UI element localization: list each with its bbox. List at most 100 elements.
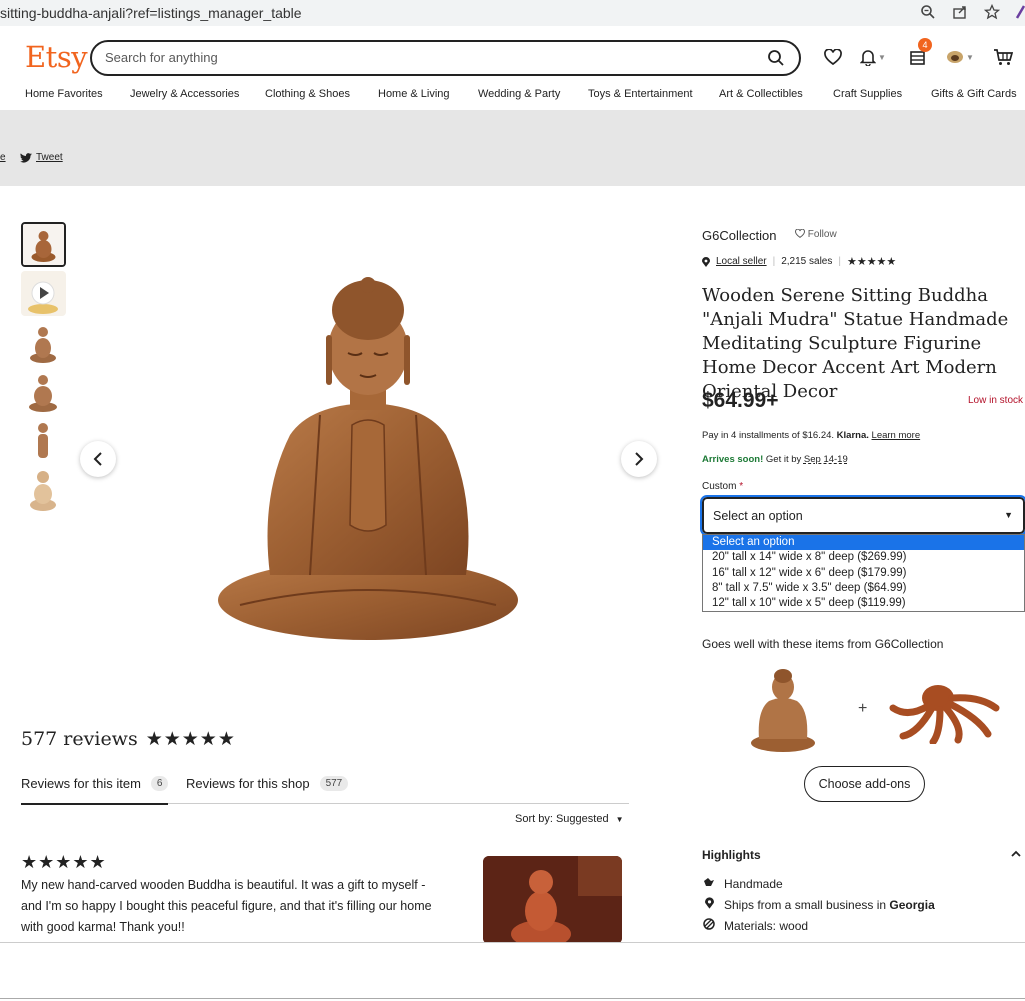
avatar[interactable]: ▼ [942,44,978,70]
thumbnail-4[interactable] [21,369,66,414]
shop-sales: 2,215 sales [781,256,833,267]
klarna-installments: Pay in 4 installments of $16.24. Klarna.… [702,430,920,441]
highlight-handmade: Handmade [702,876,783,891]
previous-image-button[interactable] [80,441,116,477]
zoom-icon[interactable] [919,3,937,21]
highlight-ships-from: Ships from a small business in Georgia [702,897,935,912]
custom-option-select[interactable]: Select an option ▼ [700,495,1025,536]
location-pin-icon [702,897,716,912]
chevron-down-icon: ▼ [615,815,624,824]
addon-octopus-image[interactable] [888,678,1000,746]
required-mark: * [739,481,744,492]
category-craft[interactable]: Craft Supplies [833,88,902,100]
choose-addons-button[interactable]: Choose add-ons [804,766,925,802]
thumbnail-video[interactable] [21,271,66,316]
custom-select-value: Select an option [713,509,803,523]
cart-count-badge: 4 [918,38,932,52]
category-nav: Home Favorites Jewelry & Accessories Clo… [0,86,1025,110]
reviews-stars: ★★★★★ [145,728,236,750]
addon-buddha-image[interactable] [745,665,821,755]
share-icon[interactable] [951,3,969,21]
extension-icon[interactable] [1015,3,1025,21]
arrives-text: Get it by [765,454,802,465]
follow-label: Follow [807,229,837,240]
plus-sign: + [858,700,868,717]
option-12-inch[interactable]: 12" tall x 10" wide x 5" deep ($119.99) [703,596,1024,611]
klarna-text: Pay in 4 installments of $16.24. [702,430,835,441]
shop-name-link[interactable]: G6Collection [702,228,776,243]
sort-dropdown[interactable]: Sort by: Suggested ▼ [515,813,624,825]
favorites-heart-icon[interactable] [820,44,846,70]
search-bar[interactable]: Search for anything [90,40,801,76]
highlights-heading[interactable]: Highlights [702,848,761,862]
option-select-an-option[interactable]: Select an option [703,535,1024,551]
tab-reviews-shop-label: Reviews for this shop [186,776,310,791]
share-link[interactable]: e [0,152,6,163]
url-text[interactable]: sitting-buddha-anjali?ref=listings_manag… [0,5,302,21]
site-header: Etsy Search for anything ▼ 4 ▼ [0,26,1025,86]
category-art[interactable]: Art & Collectibles [719,88,803,100]
main-product-image[interactable] [200,275,530,655]
product-price: $64.99+ [702,389,779,412]
custom-label-text: Custom [702,481,737,492]
highlight-ships-state: Georgia [889,897,935,912]
klarna-learn-more-link[interactable]: Learn more [872,430,921,441]
next-image-button[interactable] [621,441,657,477]
tab-reviews-shop[interactable]: Reviews for this shop 577 [186,776,349,791]
reviews-tabs: Reviews for this item 6 Reviews for this… [21,774,629,805]
twitter-icon [20,152,32,162]
highlight-materials-text: Materials: wood [724,918,809,933]
category-home-living[interactable]: Home & Living [378,88,450,100]
klarna-brand: Klarna. [836,430,869,441]
notifications-bell-icon[interactable]: ▼ [856,44,890,70]
etsy-logo[interactable]: Etsy [25,40,88,74]
cart-icon[interactable] [990,44,1016,70]
bottom-blank-area [0,943,1025,1001]
chevron-right-icon [635,452,644,466]
option-16-inch[interactable]: 16" tall x 12" wide x 6" deep ($179.99) [703,566,1024,581]
category-wedding[interactable]: Wedding & Party [478,88,560,100]
bookmark-star-icon[interactable] [983,3,1001,21]
shop-rating-stars[interactable]: ★★★★★ [847,255,896,268]
thumbnail-6[interactable] [21,467,66,512]
category-clothing[interactable]: Clothing & Shoes [265,88,350,100]
tab-reviews-shop-count: 577 [319,776,349,791]
local-seller-link[interactable]: Local seller [716,256,767,267]
delivery-estimate: Arrives soon! Get it by Sep 14-19 [702,454,848,465]
handmade-icon [702,876,716,891]
search-input[interactable]: Search for anything [105,50,218,65]
heart-icon [795,228,805,239]
materials-icon [702,918,716,933]
chevron-up-icon[interactable] [1011,849,1021,861]
chevron-down-icon: ▼ [1004,510,1013,520]
thumbnail-5[interactable] [21,418,66,463]
tab-reviews-item[interactable]: Reviews for this item 6 [21,776,169,791]
thumbnail-3[interactable] [21,320,66,365]
review-text: My new hand-carved wooden Buddha is beau… [21,878,432,934]
category-toys[interactable]: Toys & Entertainment [588,88,693,100]
custom-option-dropdown[interactable]: Select an option 20" tall x 14" wide x 8… [702,534,1025,612]
tweet-label[interactable]: Tweet [36,152,63,163]
thumbnail-1[interactable] [21,222,66,267]
bottom-divider [0,998,1025,999]
option-8-inch[interactable]: 8" tall x 7.5" wide x 3.5" deep ($64.99) [703,581,1024,596]
product-title: Wooden Serene Sitting Buddha "Anjali Mud… [702,285,1009,402]
location-pin-icon [702,256,710,267]
option-20-inch[interactable]: 20" tall x 14" wide x 8" deep ($269.99) [703,550,1024,565]
tweet-link[interactable]: Tweet [20,152,63,163]
review-rating: ★★★★★ [21,852,107,872]
category-jewelry[interactable]: Jewelry & Accessories [130,88,239,100]
search-icon[interactable] [767,49,785,67]
category-home-favorites[interactable]: Home Favorites [25,88,103,100]
stock-status: Low in stock [968,395,1024,406]
shop-meta: Local seller | 2,215 sales | ★★★★★ [702,255,896,268]
review-photo[interactable] [483,856,622,944]
shop-manager-icon[interactable]: 4 [904,38,932,70]
promo-banner: e Tweet [0,110,1025,186]
arrives-date[interactable]: Sep 14-19 [804,454,848,465]
follow-button[interactable]: Follow [795,228,837,240]
arrives-soon: Arrives soon! [702,454,764,465]
browser-url-bar[interactable]: sitting-buddha-anjali?ref=listings_manag… [0,0,1025,26]
tab-reviews-item-count: 6 [150,776,169,791]
category-gifts[interactable]: Gifts & Gift Cards [931,88,1017,100]
